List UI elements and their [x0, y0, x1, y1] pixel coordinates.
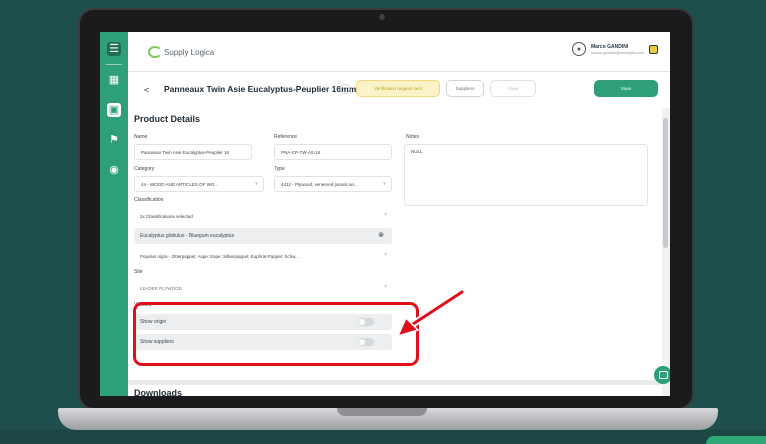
camera-icon	[379, 14, 385, 20]
section-divider	[128, 380, 662, 385]
visibility-highlight-box	[133, 302, 419, 366]
chevron-down-icon: ˅	[383, 181, 386, 187]
site-label: Site	[134, 269, 143, 275]
verification-status-badge: Verification request sent	[356, 80, 440, 97]
sidebar: ☰ ▦ ▣ ⚑ ◉	[100, 32, 128, 396]
section-title: Product Details	[134, 114, 201, 124]
app-logo[interactable]: Supply Logica	[148, 46, 214, 58]
info-icon[interactable]	[340, 84, 350, 94]
menu-icon[interactable]: ☰	[107, 42, 121, 56]
suppliers-button[interactable]: Suppliers	[446, 80, 484, 97]
save-secondary-button[interactable]: Save	[490, 80, 536, 97]
corner-accent	[706, 436, 766, 444]
category-select[interactable]: 44 - WOOD AND ARTICLES OF WO... ˅	[134, 176, 264, 192]
type-label: Type	[274, 166, 285, 172]
classification-item-label: Populus nigra - Zitterpappel; Aspe; Espe…	[140, 253, 299, 259]
site-value: LEADER PLYWOOD	[140, 285, 182, 291]
type-value: 4412 - Plywood, veneered panels an...	[281, 181, 358, 187]
scrollbar[interactable]	[662, 108, 670, 396]
topbar: Supply Logica ● Marco GANDINI marco.gand…	[128, 32, 670, 72]
user-email: marco.gandini@example.com	[591, 49, 644, 55]
chevron-down-icon: ˅	[255, 181, 258, 187]
user-menu[interactable]: ● Marco GANDINI marco.gandini@example.co…	[572, 42, 658, 56]
laptop-notch	[337, 408, 427, 416]
classification-value: 2x Classifications selected	[140, 213, 193, 219]
remove-icon[interactable]: ⊗	[378, 231, 384, 239]
pointer-arrow-icon	[396, 288, 466, 338]
sidebar-divider	[106, 64, 122, 65]
user-avatar-icon: ●	[572, 42, 587, 56]
save-button[interactable]: Save	[594, 80, 658, 97]
reference-label: Reference	[274, 134, 298, 140]
floor	[0, 430, 766, 444]
classification-item[interactable]: Populus nigra - Zitterpappel; Aspe; Espe…	[134, 248, 392, 264]
logo-text: Supply Logica	[164, 47, 215, 57]
badge-icon	[649, 44, 658, 54]
globe-icon[interactable]: ◉	[107, 163, 121, 177]
chat-icon[interactable]	[654, 366, 670, 384]
site-select[interactable]: LEADER PLYWOOD ˅	[134, 280, 392, 296]
category-label: Category	[134, 166, 155, 172]
grid-icon[interactable]: ▦	[107, 73, 121, 87]
classification-label: Classification	[134, 197, 164, 203]
scrollbar-thumb[interactable]	[663, 118, 668, 248]
chevron-down-icon: ˅	[384, 284, 387, 290]
flag-icon[interactable]: ⚑	[107, 133, 121, 147]
classification-select[interactable]: 2x Classifications selected ˅	[134, 208, 392, 224]
reference-field[interactable]: PNA-CP-TW-AS-16	[274, 144, 392, 160]
chevron-down-icon: ˅	[384, 212, 387, 218]
notes-textarea[interactable]: NULL	[404, 144, 648, 206]
logo-icon	[148, 46, 162, 58]
chevron-down-icon: ˅	[384, 252, 387, 258]
page-title: Panneaux Twin Asie Eucalyptus-Peuplier 1…	[164, 84, 357, 94]
page-header: < Panneaux Twin Asie Eucalyptus-Peuplier…	[128, 72, 670, 108]
name-field[interactable]: Panneaux Twin Asie Eucalyptus-Peuplier 1…	[134, 144, 252, 160]
back-button[interactable]: <	[144, 85, 149, 95]
type-select[interactable]: 4412 - Plywood, veneered panels an... ˅	[274, 176, 392, 192]
classification-item: Eucalyptus globulus - Bluegum eucalyptus…	[134, 228, 392, 244]
classification-item-label: Eucalyptus globulus - Bluegum eucalyptus	[140, 233, 234, 239]
name-label: Name	[134, 134, 148, 140]
category-value: 44 - WOOD AND ARTICLES OF WO...	[141, 181, 219, 187]
downloads-title: Downloads	[134, 388, 183, 396]
notes-label: Notes	[406, 134, 420, 140]
basket-icon[interactable]: ▣	[107, 103, 121, 117]
